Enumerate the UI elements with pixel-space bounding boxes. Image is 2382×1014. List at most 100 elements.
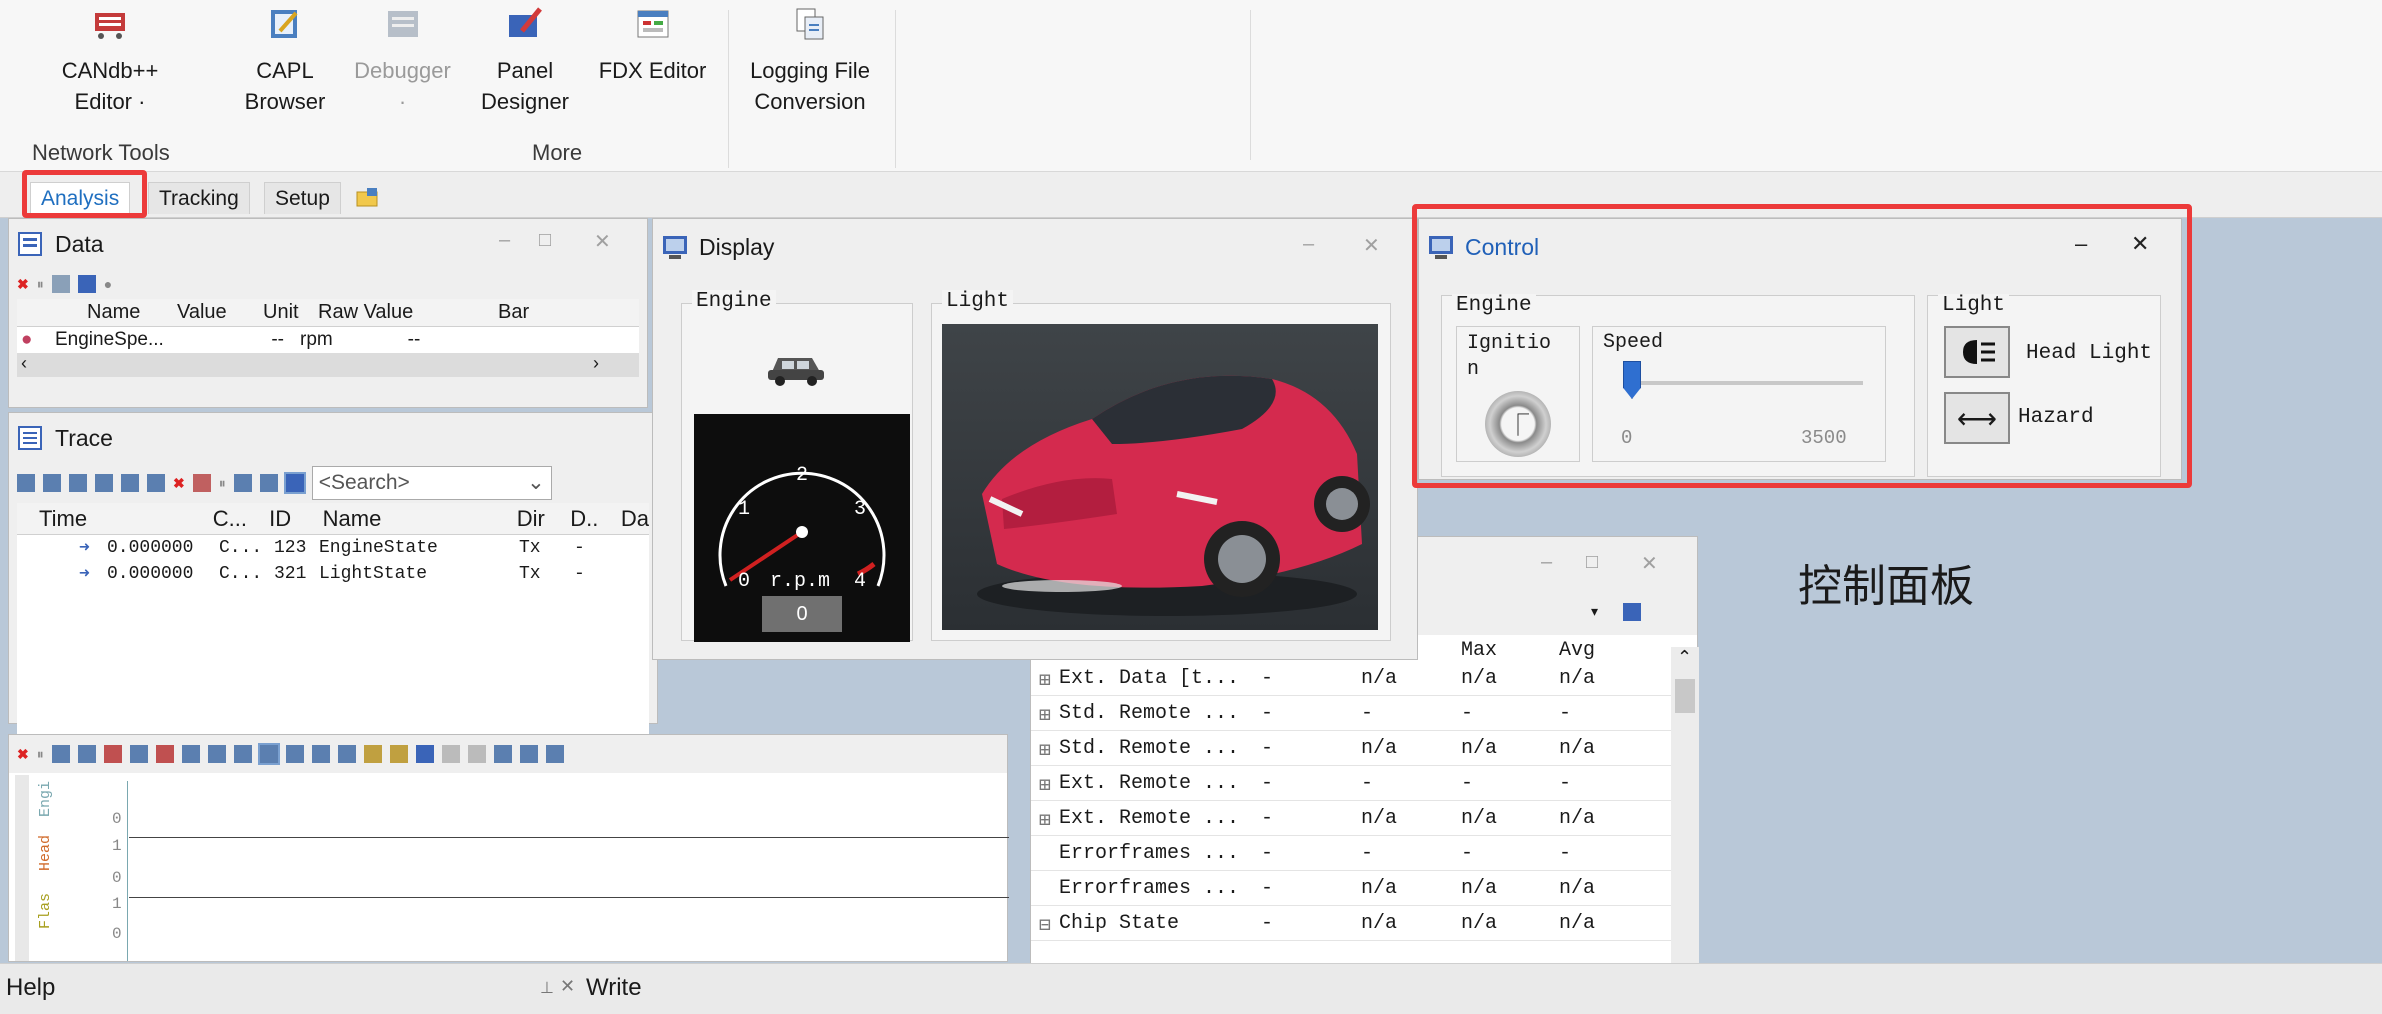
speed-slider-track[interactable] (1623, 361, 1863, 399)
write-panel-tab[interactable]: Write (586, 974, 642, 1002)
undo-icon[interactable] (441, 745, 460, 763)
horizontal-scrollbar[interactable]: ‹ › (17, 353, 639, 377)
close-icon[interactable]: ✕ (1363, 233, 1380, 258)
capl-browser-button[interactable]: CAPL Browser (230, 0, 340, 117)
tab-analysis[interactable]: Analysis (30, 182, 131, 214)
statistics-row[interactable]: ⊞ Ext. Data [t... - n/a n/a n/a (1031, 661, 1671, 696)
graphics-tool-icon[interactable] (493, 745, 512, 763)
close-icon[interactable]: ✕ (560, 976, 575, 997)
statistics-row[interactable]: Errorframes ... - - - - (1031, 836, 1671, 871)
pause-icon[interactable]: ⏸ (37, 276, 44, 293)
trace-tool-icon[interactable] (43, 474, 61, 492)
config-icon[interactable] (51, 275, 70, 293)
logging-conversion-button[interactable]: Logging File Conversion (740, 0, 880, 117)
tab-setup[interactable]: Setup (264, 182, 341, 214)
minimize-icon[interactable]: – (1541, 551, 1552, 574)
minimize-icon[interactable]: – (1303, 233, 1314, 256)
trace-tool-icon[interactable] (283, 472, 306, 494)
column-id[interactable]: ID (263, 506, 317, 532)
column-unit[interactable]: Unit (257, 301, 312, 324)
column-time[interactable]: Time (17, 506, 207, 532)
close-icon[interactable]: ✕ (594, 229, 611, 254)
column-bar[interactable]: Bar (492, 301, 529, 324)
trace-tool-icon[interactable] (233, 474, 252, 492)
trace-tool-icon[interactable] (192, 474, 211, 492)
trace-row[interactable]: ➜ 0.000000 C... 123 EngineState Tx - (17, 535, 649, 561)
maximize-icon[interactable]: □ (539, 229, 551, 252)
statistics-row[interactable]: ⊞ Ext. Remote ... - n/a n/a n/a (1031, 801, 1671, 836)
trace-tool-icon[interactable] (121, 474, 139, 492)
trace-tool-icon[interactable] (95, 474, 113, 492)
graphics-tool-icon[interactable] (181, 745, 200, 763)
trace-row[interactable]: ➜ 0.000000 C... 321 LightState Tx - (17, 561, 649, 587)
speed-slider-thumb[interactable] (1623, 361, 1641, 399)
graphics-tool-icon[interactable] (311, 745, 330, 763)
panel-designer-button[interactable]: Panel Designer (470, 0, 580, 117)
column-dir[interactable]: Dir (511, 506, 565, 532)
expand-icon[interactable]: ⊞ (1039, 667, 1051, 693)
column-avg[interactable]: Avg (1559, 639, 1595, 662)
graphics-tool-icon[interactable] (363, 745, 382, 763)
column-name[interactable]: Name (317, 506, 511, 532)
help-panel-tab[interactable]: Help (6, 974, 55, 1002)
statistics-row[interactable]: ⊟ Chip State - n/a n/a n/a (1031, 906, 1671, 941)
candb-editor-button[interactable]: CANdb++ Editor · (50, 0, 170, 117)
delete-icon[interactable]: ✖ (17, 746, 29, 763)
hazard-button[interactable]: ⟷ (1944, 392, 2010, 444)
column-max[interactable]: Max (1461, 639, 1497, 662)
expand-icon[interactable]: ⊞ (1039, 772, 1051, 798)
data-row[interactable]: ● EngineSpe... -- rpm -- (17, 327, 639, 353)
vertical-scrollbar[interactable]: ⌃ (1671, 647, 1699, 965)
column-data[interactable]: Da (615, 506, 649, 532)
maximize-icon[interactable]: □ (1586, 551, 1598, 574)
graphics-tool-icon[interactable] (545, 745, 564, 763)
chevron-down-icon[interactable]: ▾ (1591, 603, 1598, 620)
trace-search-input[interactable]: <Search> ⌄ (311, 466, 552, 500)
trace-tool-icon[interactable] (17, 474, 35, 492)
signal-label-engine[interactable]: Engi (37, 781, 54, 817)
column-name[interactable]: Name (17, 301, 140, 324)
statistics-row[interactable]: ⊞ Std. Remote ... - - - - (1031, 696, 1671, 731)
expand-icon[interactable]: ⊞ (1039, 807, 1051, 833)
signal-label-headlight[interactable]: Head (37, 835, 54, 871)
trace-tool-icon[interactable] (147, 474, 165, 492)
tab-tracking[interactable]: Tracking (148, 182, 250, 214)
column-dlc[interactable]: D.. (564, 506, 615, 532)
scroll-up-icon[interactable]: ⌃ (1677, 647, 1692, 668)
page-icon[interactable] (77, 275, 96, 293)
expand-icon[interactable]: ⊟ (1039, 912, 1051, 938)
close-icon[interactable]: ✕ (1641, 551, 1658, 576)
graphics-tool-icon[interactable] (389, 745, 408, 763)
graphics-tool-icon[interactable] (285, 745, 304, 763)
close-icon[interactable]: ✕ (2131, 231, 2149, 257)
delete-icon[interactable]: ✖ (17, 276, 29, 293)
graphics-tool-icon[interactable] (77, 745, 96, 763)
fdx-editor-button[interactable]: FDX Editor (590, 0, 715, 86)
graphics-tool-icon[interactable] (129, 745, 148, 763)
redo-icon[interactable] (467, 745, 486, 763)
zoom-in-icon[interactable] (207, 745, 226, 763)
column-raw-value[interactable]: Raw Value (312, 301, 492, 324)
pause-icon[interactable]: ⏸ (37, 746, 44, 763)
statistics-row[interactable]: Errorframes ... - n/a n/a n/a (1031, 871, 1671, 906)
scroll-right-icon[interactable]: › (593, 353, 599, 374)
graphics-tool-icon[interactable] (51, 745, 70, 763)
column-channel[interactable]: C... (207, 506, 263, 532)
trace-tool-icon[interactable] (69, 474, 87, 492)
trace-tool-icon[interactable] (259, 474, 278, 492)
new-page-icon[interactable] (355, 186, 381, 208)
debugger-button[interactable]: Debugger · (345, 0, 460, 117)
delete-icon[interactable]: ✖ (173, 475, 185, 492)
graphics-tool-icon[interactable] (415, 745, 434, 763)
expand-icon[interactable]: ⊞ (1039, 702, 1051, 728)
graphics-tool-icon[interactable] (155, 745, 174, 763)
pin-icon[interactable]: ⊥ (540, 978, 554, 998)
dot-icon[interactable]: ● (104, 276, 112, 292)
minimize-icon[interactable]: – (499, 229, 510, 252)
statistics-row[interactable]: ⊞ Ext. Remote ... - - - - (1031, 766, 1671, 801)
column-value[interactable]: Value (137, 301, 257, 324)
pause-icon[interactable]: ⏸ (219, 475, 226, 492)
minimize-icon[interactable]: – (2075, 231, 2087, 257)
zoom-fit-icon[interactable] (257, 743, 280, 765)
statistics-tool-icon[interactable] (1623, 603, 1641, 621)
